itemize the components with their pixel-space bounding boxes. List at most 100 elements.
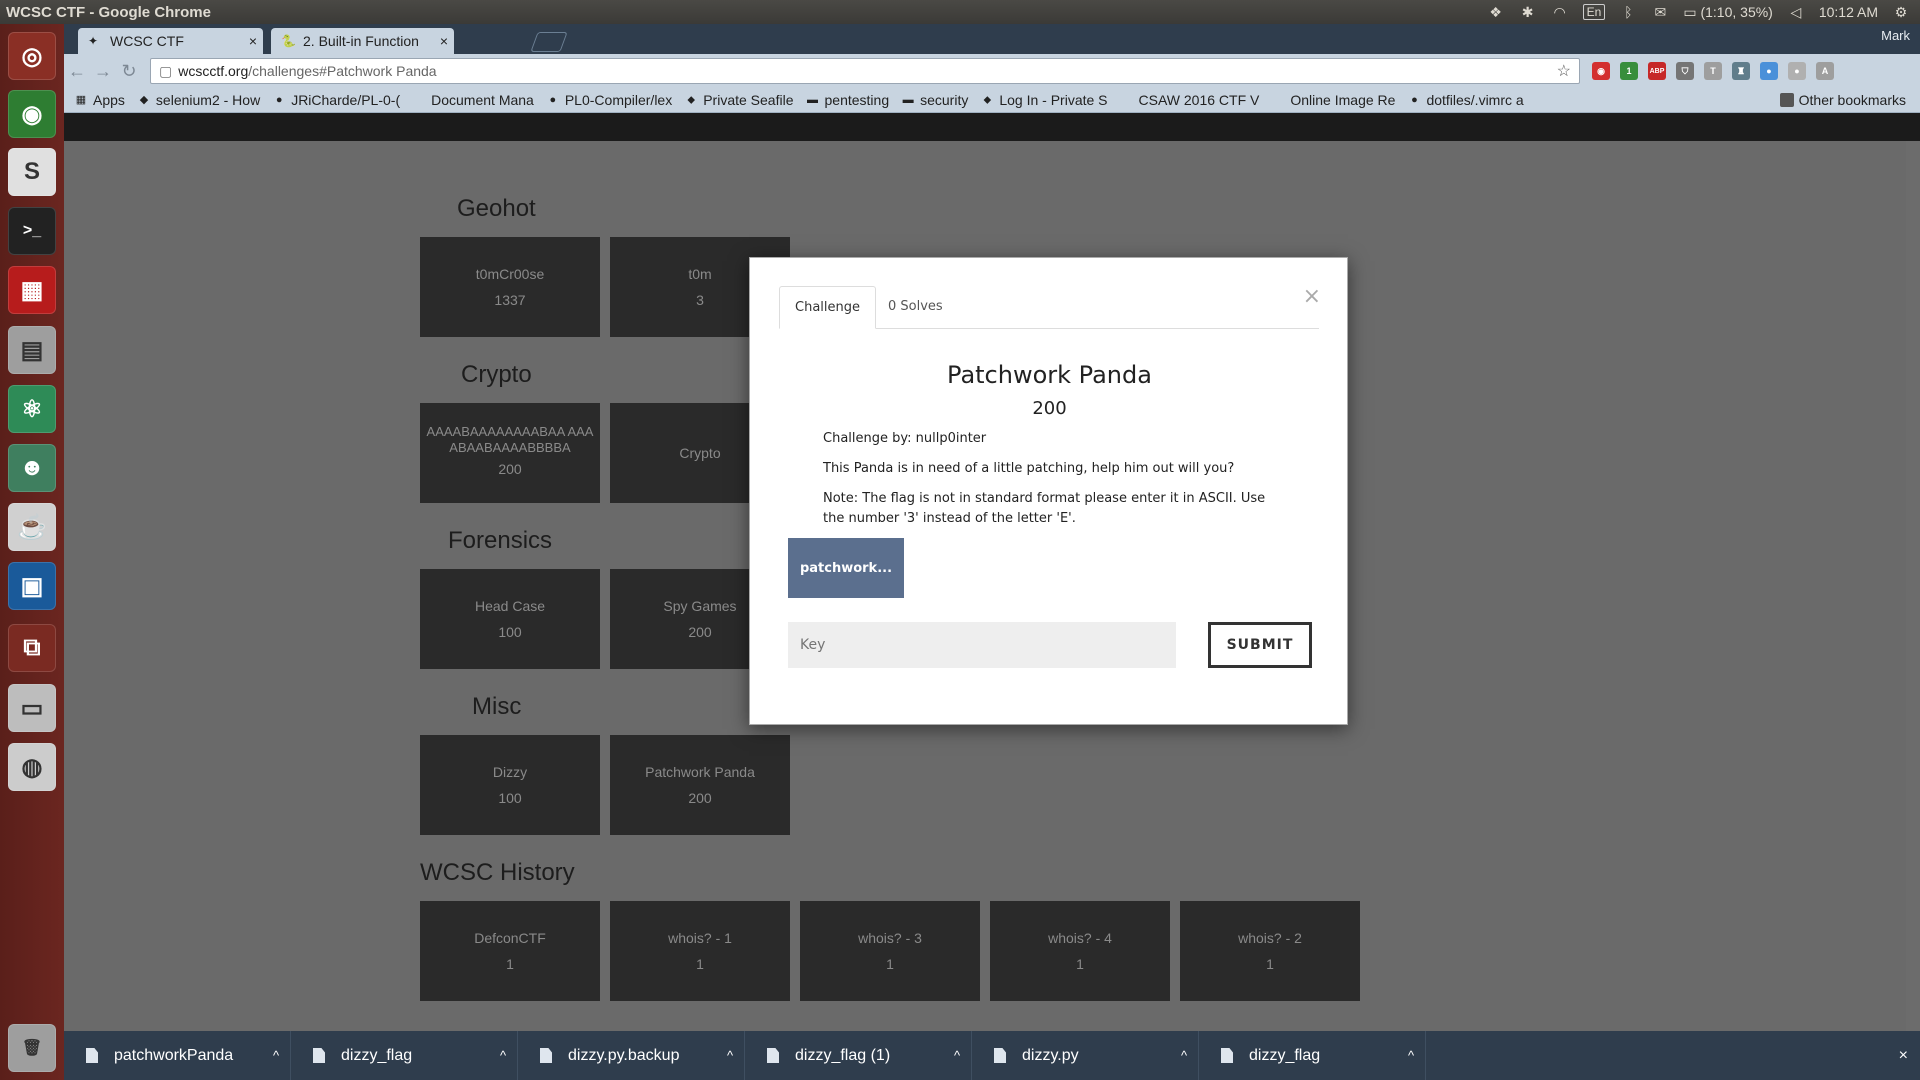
file-icon — [540, 1048, 552, 1063]
chrome-icon[interactable]: ◉ — [8, 90, 56, 138]
bookmark-item[interactable]: ● dotfiles/.vimrc a — [1407, 92, 1524, 108]
extension-a-icon[interactable]: A — [1816, 62, 1834, 80]
challenge-name: Dizzy — [492, 764, 528, 780]
download-item[interactable]: dizzy_flag ^ — [291, 1031, 518, 1080]
challenge-card[interactable]: DefconCTF 1 — [420, 901, 600, 1001]
dropbox-icon[interactable]: ❖ — [1487, 4, 1505, 21]
dvd-icon[interactable]: ◍ — [8, 743, 56, 791]
bookmark-item[interactable]: ▦ Apps — [74, 92, 125, 108]
challenge-card[interactable]: AAAABAAAAAAAABAA AAAABAABAAAABBBBA 200 — [420, 403, 600, 503]
extension-red-icon[interactable]: ◉ — [1592, 62, 1610, 80]
challenge-name: t0m — [688, 266, 712, 282]
slack-icon[interactable]: S — [8, 148, 56, 196]
challenge-card[interactable]: whois? - 4 1 — [990, 901, 1170, 1001]
download-item[interactable]: patchworkPanda ^ — [64, 1031, 291, 1080]
wifi-icon[interactable]: ◠ — [1551, 4, 1569, 21]
forward-arrow-icon[interactable]: → — [90, 61, 116, 82]
atom-icon[interactable]: ⚛ — [8, 385, 56, 433]
session-gear-icon[interactable]: ⚙ — [1892, 4, 1910, 21]
challenge-card[interactable]: Dizzy 100 — [420, 735, 600, 835]
download-menu-chevron-icon[interactable]: ^ — [1170, 1048, 1198, 1063]
challenge-card[interactable]: Head Case 100 — [420, 569, 600, 669]
download-item[interactable]: dizzy_flag (1) ^ — [745, 1031, 972, 1080]
address-bar[interactable]: ▢ wcscctf.org/challenges#Patchwork Panda… — [150, 58, 1580, 84]
volume-icon[interactable]: ◁ — [1787, 4, 1805, 21]
bookmark-star-icon[interactable]: ☆ — [1557, 61, 1571, 81]
workspace-switcher-icon[interactable]: ⧉ — [8, 624, 56, 672]
other-bookmarks[interactable]: Other bookmarks — [1779, 92, 1906, 108]
challenge-card[interactable]: whois? - 2 1 — [1180, 901, 1360, 1001]
bookmark-favicon-icon — [1120, 93, 1134, 107]
download-menu-chevron-icon[interactable]: ^ — [716, 1048, 744, 1063]
system-tray: ❖ ✱ ◠ En ᛒ ✉ ▭ (1:10, 35%) ◁ 10:12 AM ⚙ — [1487, 4, 1920, 21]
bookmark-label: Document Mana — [431, 92, 534, 108]
challenge-file-button[interactable]: patchwork... — [788, 538, 904, 598]
bookmark-item[interactable]: Online Image Re — [1271, 92, 1395, 108]
terminal-icon[interactable]: >_ — [8, 207, 56, 255]
download-menu-chevron-icon[interactable]: ^ — [1397, 1048, 1425, 1063]
challenge-value: 200 — [498, 461, 522, 477]
intellij-icon[interactable]: ▣ — [8, 562, 56, 610]
key-input[interactable] — [788, 622, 1176, 668]
tab-close-icon[interactable]: × — [243, 33, 263, 49]
download-menu-chevron-icon[interactable]: ^ — [943, 1048, 971, 1063]
folder-icon — [1779, 93, 1794, 107]
new-tab-button[interactable] — [530, 32, 568, 52]
bookmark-item[interactable]: ▬ pentesting — [806, 92, 889, 108]
bookmark-item[interactable]: ● JRiCharde/PL-0-( — [272, 92, 400, 108]
bookmark-item[interactable]: ⬥ Private Seafile — [684, 92, 793, 108]
bookmark-item[interactable]: ● PL0-Compiler/lex — [546, 92, 673, 108]
download-menu-chevron-icon[interactable]: ^ — [489, 1048, 517, 1063]
bookmark-item[interactable]: CSAW 2016 CTF V — [1120, 92, 1260, 108]
game-icon[interactable]: ▦ — [8, 266, 56, 314]
mail-icon[interactable]: ✉ — [1651, 4, 1669, 21]
ubuntu-dash-icon[interactable]: ◎ — [8, 32, 56, 80]
challenge-card[interactable]: whois? - 3 1 — [800, 901, 980, 1001]
java-icon[interactable]: ☕ — [8, 503, 56, 551]
trash-icon[interactable]: 🗑 — [8, 1024, 56, 1072]
tab-built-in-functions[interactable]: 🐍 2. Built-in Function × — [271, 28, 454, 54]
bookmark-favicon-icon: ▬ — [902, 94, 914, 106]
challenge-note: Note: The flag is not in standard format… — [823, 491, 1266, 526]
challenge-card[interactable]: t0mCr00se 1337 — [420, 237, 600, 337]
download-item[interactable]: dizzy.py ^ — [972, 1031, 1199, 1080]
translate-icon[interactable]: T — [1704, 62, 1722, 80]
settings-gear-icon[interactable]: ✱ — [1519, 4, 1537, 21]
page-scrollbar[interactable] — [1906, 141, 1920, 1031]
challenge-card[interactable]: Patchwork Panda 200 — [610, 735, 790, 835]
challenge-value: 1 — [886, 956, 894, 972]
page-info-icon[interactable]: ▢ — [159, 63, 172, 80]
bookmark-item[interactable]: ◆ selenium2 - How — [137, 92, 261, 108]
submit-button[interactable]: SUBMIT — [1208, 622, 1312, 668]
download-menu-chevron-icon[interactable]: ^ — [262, 1048, 290, 1063]
challenge-card[interactable]: whois? - 1 1 — [610, 901, 790, 1001]
tab-challenge[interactable]: Challenge — [779, 286, 876, 329]
tab-close-icon[interactable]: × — [434, 33, 454, 49]
tab-wcsc-ctf[interactable]: ✦ WCSC CTF × — [78, 28, 263, 54]
file-manager-icon[interactable]: ▤ — [8, 326, 56, 374]
bluetooth-icon[interactable]: ᛒ — [1619, 4, 1637, 20]
keyboard-language[interactable]: En — [1582, 4, 1606, 20]
reload-icon[interactable]: ↻ — [116, 61, 142, 82]
adblock-icon[interactable]: ABP — [1648, 62, 1666, 80]
extension-green-icon[interactable]: 1 — [1620, 62, 1638, 80]
back-arrow-icon[interactable]: ← — [64, 61, 90, 82]
bookmark-favicon-icon: ● — [1411, 94, 1418, 106]
ghostery-icon[interactable]: ♜ — [1732, 62, 1750, 80]
extension-gray-icon[interactable]: ● — [1788, 62, 1806, 80]
character-icon[interactable]: ☻ — [8, 444, 56, 492]
bookmark-favicon-icon: ◆ — [139, 94, 149, 106]
bookmark-item[interactable]: ⬥ Log In - Private S — [980, 92, 1107, 108]
tab-solves[interactable]: 0 Solves — [873, 286, 958, 328]
drive-icon[interactable]: ▭ — [8, 684, 56, 732]
shield-icon[interactable]: ⛉ — [1676, 62, 1694, 80]
bookmark-item[interactable]: Document Mana — [412, 92, 534, 108]
downloads-close-icon[interactable]: × — [1899, 1047, 1908, 1065]
download-item[interactable]: dizzy_flag ^ — [1199, 1031, 1426, 1080]
bookmark-item[interactable]: ▬ security — [901, 92, 969, 108]
download-item[interactable]: dizzy.py.backup ^ — [518, 1031, 745, 1080]
profile-button[interactable]: Mark — [1881, 28, 1910, 43]
clock[interactable]: 10:12 AM — [1819, 4, 1878, 20]
battery-indicator[interactable]: ▭ (1:10, 35%) — [1683, 4, 1773, 21]
extension-blue-icon[interactable]: ● — [1760, 62, 1778, 80]
